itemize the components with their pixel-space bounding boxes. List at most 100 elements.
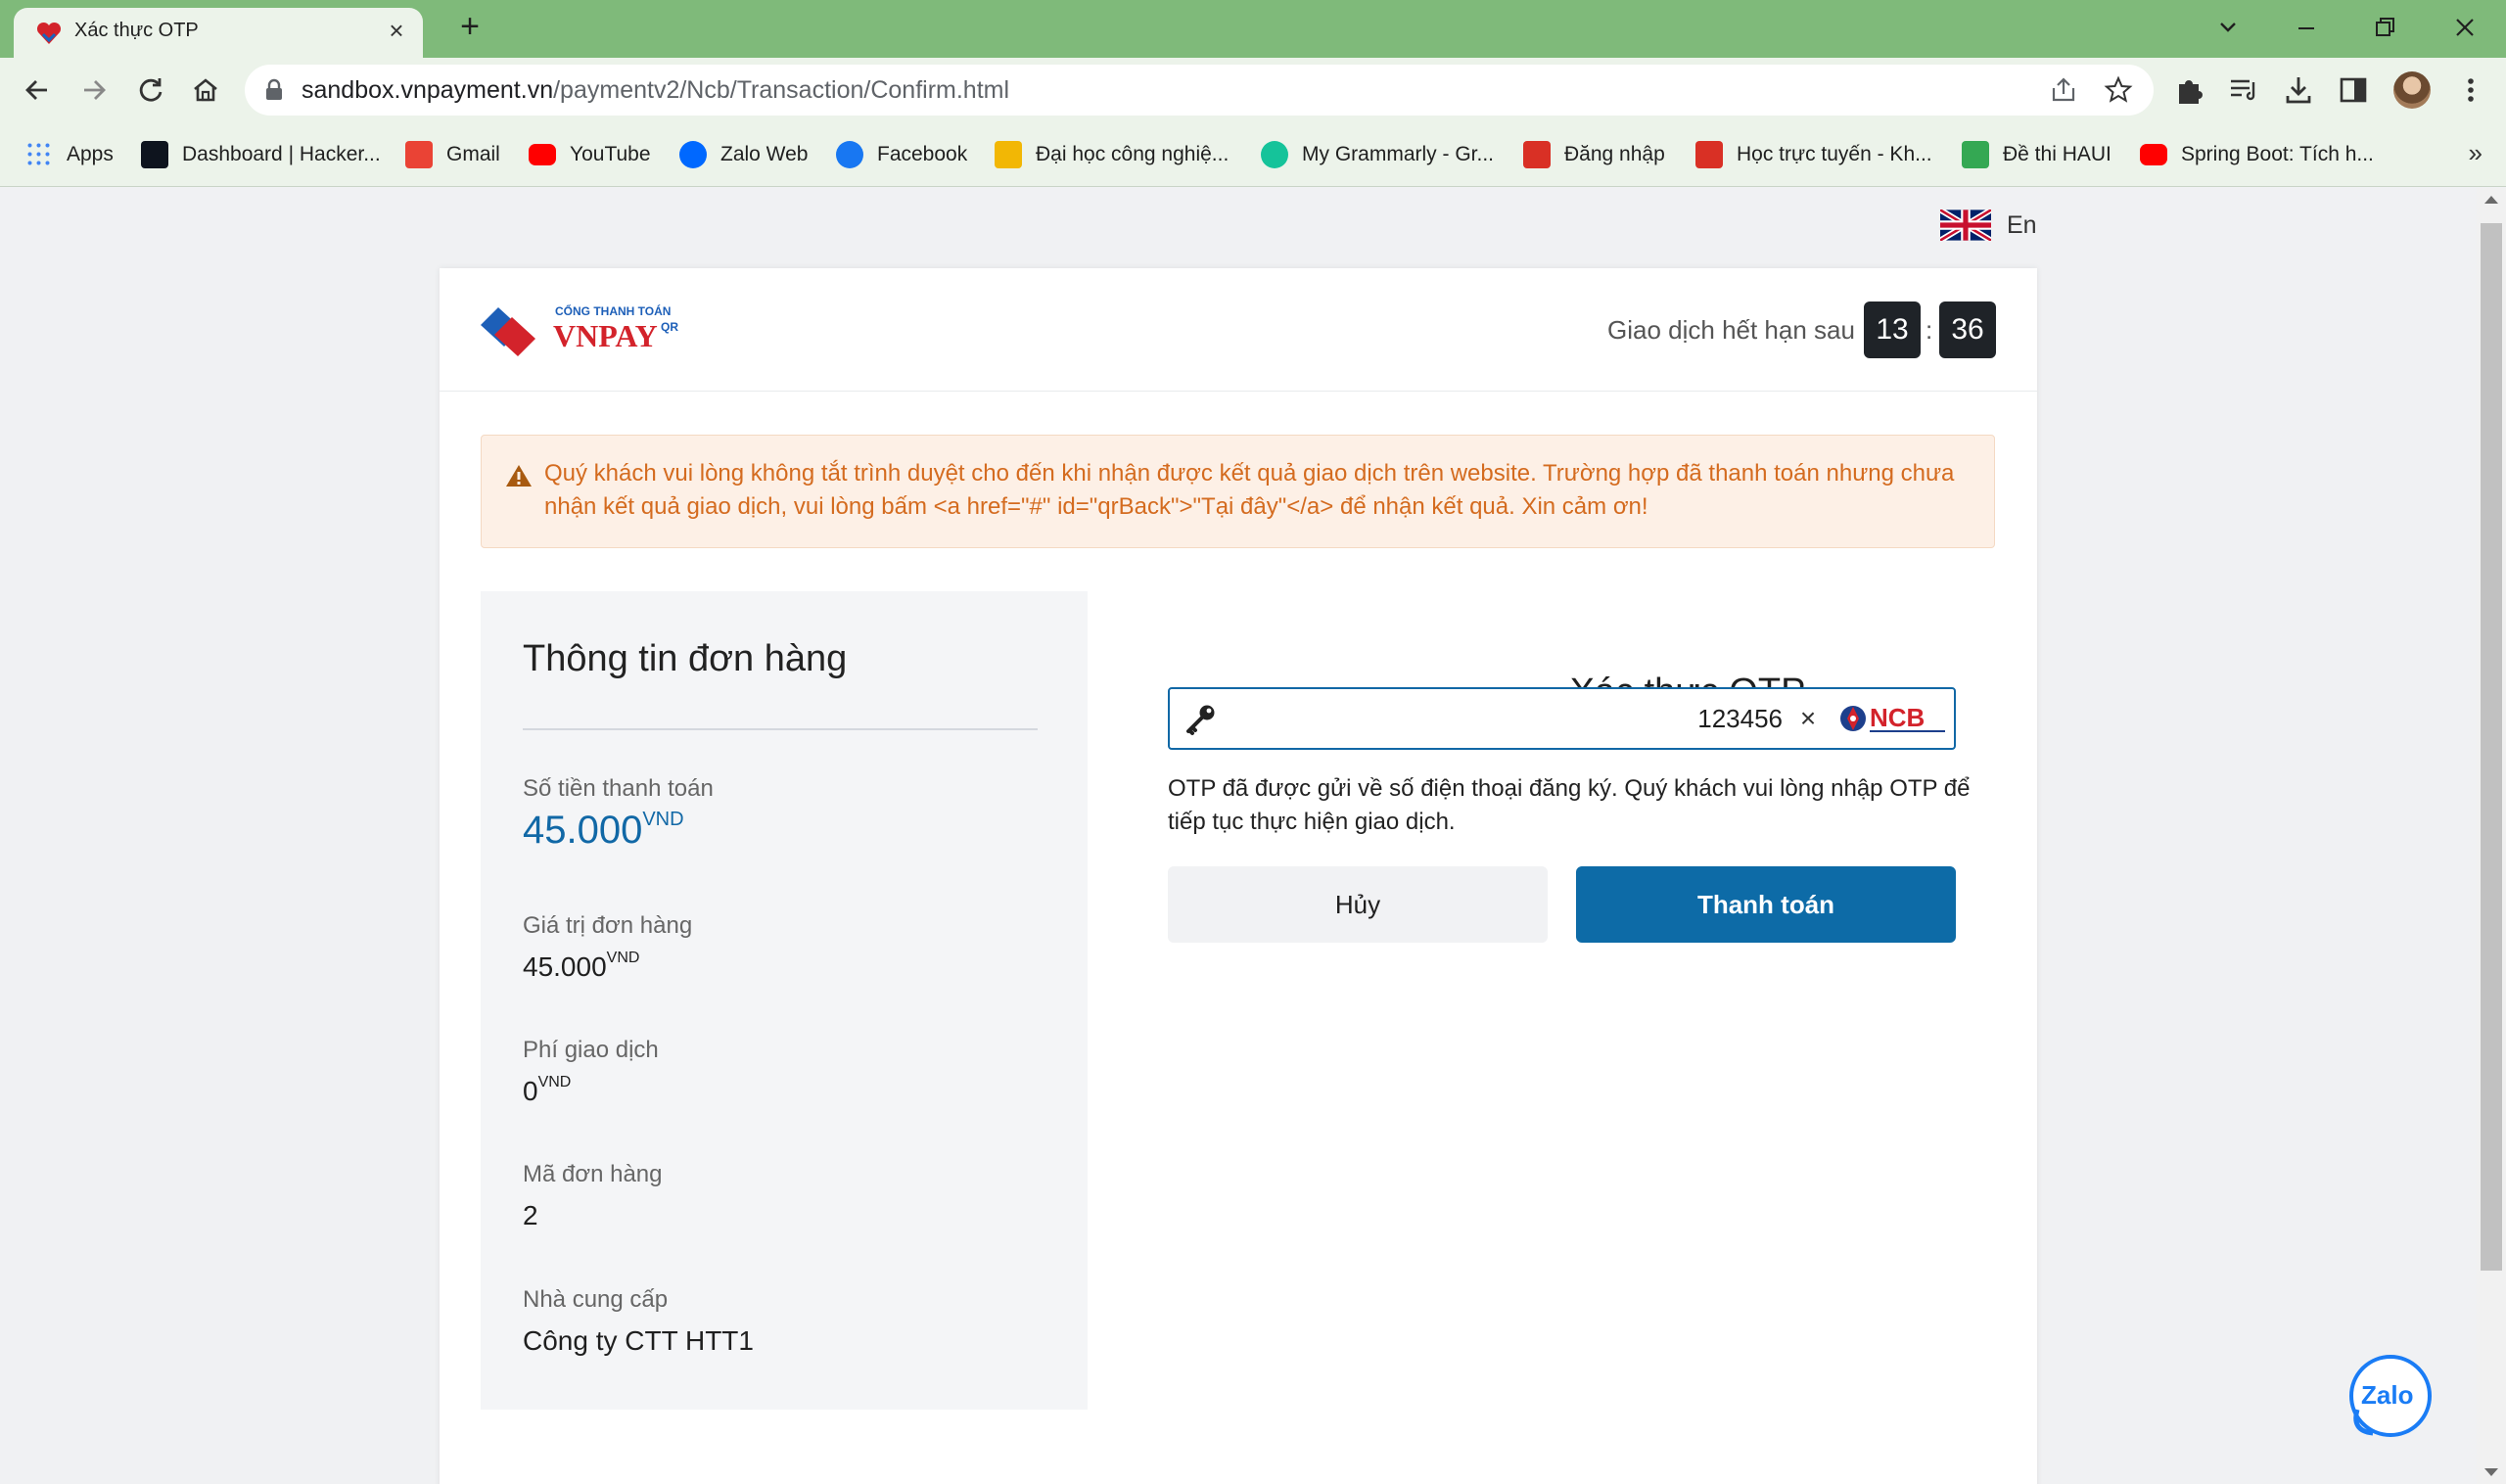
home-icon[interactable] — [186, 70, 225, 110]
reload-icon[interactable] — [131, 70, 170, 110]
amount-value: 45.000VND — [523, 809, 684, 853]
bookmark-item[interactable]: Gmail — [405, 140, 500, 169]
bookmark-label: Facebook — [877, 143, 968, 165]
bookmark-item[interactable]: Zalo Web — [679, 140, 809, 169]
bookmark-item[interactable]: Apps — [25, 140, 114, 169]
scroll-up-arrow-icon[interactable] — [2484, 196, 2498, 204]
bookmark-label: Dashboard | Hacker... — [182, 143, 381, 165]
otp-input[interactable] — [1238, 697, 1787, 740]
restore-icon[interactable] — [2365, 8, 2404, 47]
tab-strip: Xác thực OTP × + — [0, 0, 2506, 58]
bookmark-item[interactable]: Đề thi HAUI — [1962, 140, 2112, 169]
cancel-button[interactable]: Hủy — [1168, 866, 1548, 943]
menu-kebab-icon[interactable] — [2453, 72, 2488, 108]
grammarly-icon — [1261, 141, 1288, 168]
amount-unit: VND — [642, 809, 684, 830]
extensions-icon[interactable] — [2171, 72, 2206, 108]
vnpay-qr-logo: CỔNG THANH TOÁN VNPAY QR — [481, 303, 678, 356]
order-id-label: Mã đơn hàng — [523, 1161, 663, 1187]
profile-avatar[interactable] — [2393, 71, 2431, 109]
minimize-icon[interactable] — [2287, 8, 2326, 47]
order-value-unit: VND — [606, 950, 640, 966]
tab-close-icon[interactable]: × — [382, 16, 411, 45]
back-icon[interactable] — [18, 70, 57, 110]
amount-number: 45.000 — [523, 809, 643, 852]
download-icon[interactable] — [2281, 72, 2316, 108]
bookmarks-bar: » Apps Dashboard | Hacker... Gmail YouTube Z… — [0, 122, 2506, 187]
warning-alert: Quý khách vui lòng không tắt trình duyệt… — [481, 435, 1995, 548]
bookmark-item[interactable]: Facebook — [836, 140, 967, 169]
bookmark-item[interactable]: Đăng nhập — [1523, 140, 1665, 169]
gmail-icon — [405, 141, 433, 168]
alert-text: Quý khách vui lòng không tắt trình duyệt… — [544, 460, 1955, 520]
vnpay-favicon-icon — [36, 22, 62, 44]
bookmarks-overflow-icon[interactable]: » — [2469, 138, 2483, 168]
bookmark-label: Học trực tuyến - Kh... — [1737, 143, 1932, 165]
svg-text:QR: QR — [661, 320, 678, 334]
share-icon[interactable] — [2048, 74, 2079, 106]
svg-text:CỔNG THANH TOÁN: CỔNG THANH TOÁN — [555, 303, 671, 318]
order-id: 2 — [523, 1200, 538, 1230]
fee-number: 0 — [523, 1076, 538, 1106]
bookmark-item[interactable]: Dashboard | Hacker... — [141, 140, 381, 169]
fee-label: Phí giao dịch — [523, 1037, 659, 1063]
order-title: Thông tin đơn hàng — [523, 638, 848, 679]
card-header: CỔNG THANH TOÁN VNPAY QR Giao dịch hết h… — [440, 268, 2037, 392]
expire-label: Giao dịch hết hạn sau — [1607, 315, 1855, 345]
bookmark-item[interactable]: Học trực tuyến - Kh... — [1695, 140, 1932, 169]
tab-search-chevron-icon[interactable] — [2208, 8, 2248, 47]
bookmark-item[interactable]: YouTube — [529, 140, 651, 169]
clear-otp-icon[interactable]: × — [1790, 701, 1826, 736]
close-window-icon[interactable] — [2445, 8, 2484, 47]
bookmark-label: Đại học công nghiệ... — [1036, 143, 1230, 165]
tab-title: Xác thực OTP — [74, 20, 199, 41]
timer-seconds: 36 — [1939, 301, 1996, 358]
browser-toolbar: sandbox.vnpayment.vn/paymentv2/Ncb/Trans… — [0, 58, 2506, 122]
bookmark-label: My Grammarly - Gr... — [1302, 143, 1494, 165]
language-label: En — [2007, 210, 2037, 239]
order-value-label: Giá trị đơn hàng — [523, 912, 693, 939]
uk-flag-icon — [1940, 209, 1991, 241]
language-switch[interactable]: En — [1940, 209, 2037, 241]
fee-unit: VND — [537, 1074, 572, 1090]
side-panel-icon[interactable] — [2336, 72, 2371, 108]
new-tab-icon[interactable]: + — [452, 10, 487, 45]
scroll-down-arrow-icon[interactable] — [2484, 1468, 2498, 1476]
code-icon — [1523, 141, 1551, 168]
bookmark-label: Đăng nhập — [1564, 143, 1665, 165]
youtube-icon — [2140, 144, 2167, 165]
browser-tab[interactable]: Xác thực OTP × — [14, 8, 423, 58]
lock-icon[interactable] — [264, 78, 284, 102]
bookmark-item[interactable]: Đại học công nghiệ... — [995, 140, 1229, 169]
youtube-icon — [529, 144, 556, 165]
haui-icon — [995, 141, 1022, 168]
bookmark-label: Đề thi HAUI — [2003, 143, 2112, 165]
media-queue-icon[interactable] — [2226, 72, 2261, 108]
otp-field[interactable]: × NCB — [1168, 687, 1956, 750]
bookmark-star-icon[interactable] — [2103, 74, 2134, 106]
bookmark-item[interactable]: Spring Boot: Tích h... — [2140, 140, 2374, 169]
apps-grid-icon — [25, 141, 53, 168]
scroll-thumb[interactable] — [2481, 223, 2502, 1271]
bookmark-item[interactable]: My Grammarly - Gr... — [1261, 140, 1494, 169]
hackerrank-icon — [141, 141, 168, 168]
bookmark-label: Apps — [67, 143, 114, 165]
address-bar[interactable]: sandbox.vnpayment.vn/paymentv2/Ncb/Trans… — [245, 65, 2154, 116]
url-text[interactable]: sandbox.vnpayment.vn/paymentv2/Ncb/Trans… — [302, 76, 1009, 105]
bookmark-label: YouTube — [570, 143, 651, 165]
timer-minutes: 13 — [1864, 301, 1921, 358]
page-scrollbar[interactable] — [2477, 188, 2506, 1484]
puzzle-icon — [1962, 141, 1989, 168]
order-info-panel: Thông tin đơn hàng Số tiền thanh toán 45… — [481, 591, 1088, 1410]
zalo-chat-icon[interactable]: Zalo — [2344, 1353, 2434, 1443]
forward-icon[interactable] — [74, 70, 114, 110]
pay-button[interactable]: Thanh toán — [1576, 866, 1956, 943]
url-path: /paymentv2/Ncb/Transaction/Confirm.html — [553, 76, 1010, 104]
amount-label: Số tiền thanh toán — [523, 775, 714, 802]
svg-text:VNPAY: VNPAY — [553, 318, 658, 353]
warning-icon — [506, 465, 532, 487]
page-viewport: En CỔNG THANH TOÁN VNPAY QR Giao dịch hế… — [0, 188, 2506, 1484]
timer-separator: : — [1926, 315, 1933, 345]
svg-text:NCB: NCB — [1870, 703, 1925, 732]
order-divider — [523, 728, 1038, 730]
